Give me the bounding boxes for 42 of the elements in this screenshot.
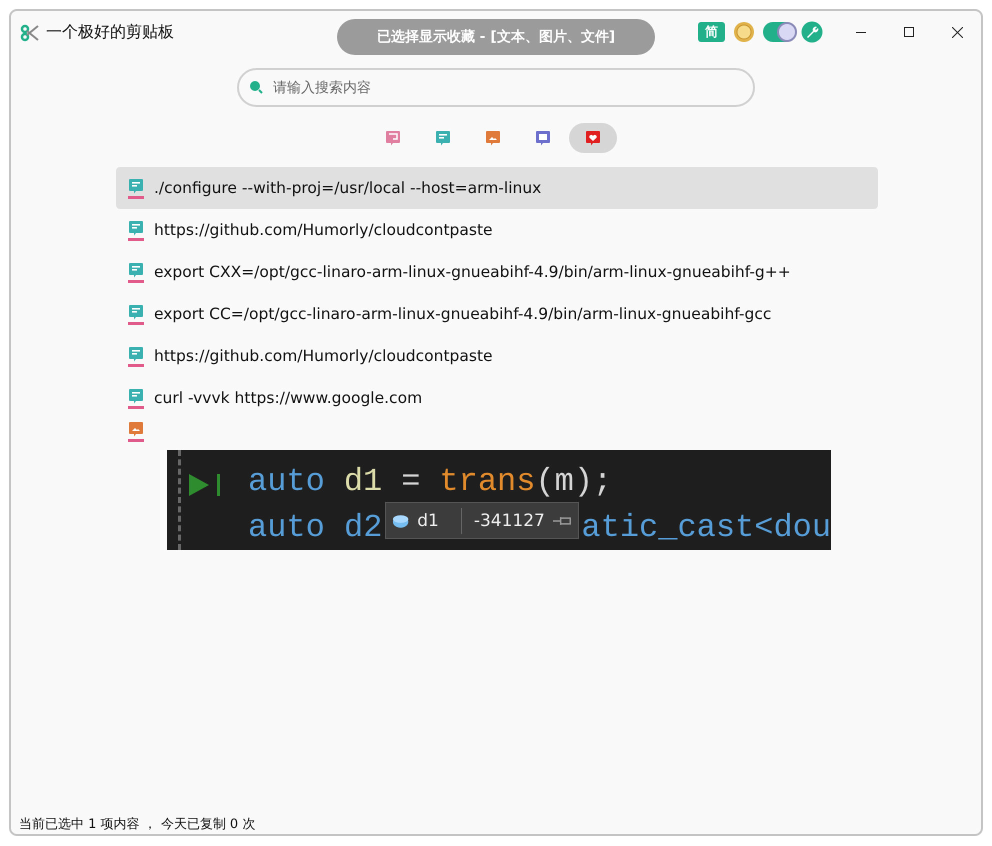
code-text: (m); <box>535 462 612 500</box>
status-text: 当前已选中 1 项内容 ， 今天已复制 0 次 <box>18 816 256 834</box>
sun-icon[interactable] <box>733 21 755 43</box>
code-text: auto <box>248 462 325 500</box>
file-message-icon <box>535 130 551 146</box>
message-icon <box>128 304 144 320</box>
message-icon <box>128 388 144 404</box>
search-field[interactable]: 请输入搜索内容 <box>237 68 755 107</box>
wrench-icon[interactable] <box>801 21 823 43</box>
message-icon <box>128 262 144 278</box>
image-message-icon <box>128 421 144 437</box>
clipboard-icon <box>385 130 401 146</box>
run-marker-icon <box>189 472 223 498</box>
clipboard-item[interactable]: https://github.com/Humorly/cloudcontpaste <box>116 209 878 251</box>
message-icon <box>128 220 144 236</box>
image-message-icon <box>485 130 501 146</box>
message-icon <box>128 346 144 362</box>
clipboard-item[interactable]: export CC=/opt/gcc-linaro-arm-linux-gnueabihf-4.9/bin/arm-linux-gnueabihf-gcc <box>116 293 878 335</box>
maximize-icon[interactable] <box>904 27 914 37</box>
clipboard-item[interactable]: export CXX=/opt/gcc-linaro-arm-linux-gnueabihf-4.9/bin/arm-linux-gnueabihf-g++ <box>116 251 878 293</box>
filter-tab[interactable] <box>569 123 617 153</box>
search-icon <box>249 80 263 94</box>
message-icon <box>128 178 144 194</box>
window-title: 一个极好的剪贴板 <box>46 22 174 43</box>
code-text: trans <box>439 462 536 500</box>
variable-icon <box>392 512 410 528</box>
code-text: atic_cast<dou <box>581 508 831 546</box>
scissors-icon <box>20 24 40 42</box>
clipboard-item[interactable]: curl -vvvk https://www.google.com <box>116 377 878 419</box>
code-text: auto d2 <box>248 508 382 546</box>
message-icon <box>435 130 451 146</box>
filter-banner: 已选择显示收藏 - [文本、图片、文件] <box>337 19 655 55</box>
code-text: d1 <box>344 462 382 500</box>
heart-message-icon <box>585 130 601 146</box>
pin-icon[interactable] <box>552 514 572 526</box>
close-icon[interactable] <box>952 26 962 38</box>
variable-name: d1 <box>417 510 439 530</box>
code-text: = <box>401 462 420 500</box>
theme-switch[interactable] <box>763 22 795 42</box>
variable-value: -341127 <box>474 510 545 530</box>
clipboard-item[interactable]: https://github.com/Humorly/cloudcontpaste <box>116 335 878 377</box>
clipboard-item[interactable]: ./configure --with-proj=/usr/local --host=arm-linux <box>116 167 878 209</box>
